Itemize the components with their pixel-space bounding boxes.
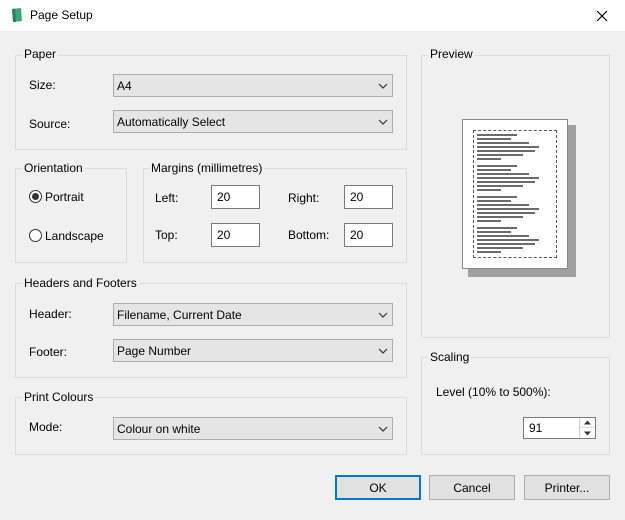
landscape-radio[interactable] — [29, 229, 42, 242]
footer-label: Footer: — [29, 345, 68, 359]
preview-line — [477, 158, 501, 160]
paper-group — [15, 55, 407, 150]
portrait-radio[interactable] — [29, 190, 42, 203]
preview-line — [477, 189, 501, 191]
app-icon — [12, 8, 22, 22]
mode-label: Mode: — [29, 420, 63, 434]
preview-line — [477, 146, 539, 148]
source-value: Automatically Select — [117, 115, 226, 129]
preview-line — [477, 142, 529, 144]
print-colours-group-title: Print Colours — [22, 390, 96, 404]
left-margin-label: Left: — [155, 191, 179, 205]
chevron-down-icon — [378, 312, 388, 318]
preview-line — [477, 227, 517, 229]
preview-line — [477, 251, 501, 253]
preview-line — [477, 165, 517, 167]
spin-up-button[interactable] — [580, 418, 595, 428]
preview-line — [477, 204, 529, 206]
right-margin-label: Right: — [288, 191, 320, 205]
scaling-group-title: Scaling — [428, 350, 472, 364]
portrait-label[interactable]: Portrait — [45, 190, 84, 204]
preview-line — [477, 243, 535, 245]
title-bar: Page Setup — [0, 0, 625, 31]
preview-line — [477, 235, 529, 237]
chevron-down-icon — [378, 426, 388, 432]
scaling-level-spinbox[interactable]: 91 — [523, 417, 596, 439]
right-margin-value: 20 — [350, 190, 364, 204]
preview-page — [462, 119, 568, 269]
preview-line — [477, 134, 517, 136]
source-label: Source: — [29, 117, 71, 131]
top-margin-value: 20 — [217, 228, 231, 242]
right-margin-input[interactable]: 20 — [344, 185, 393, 209]
top-margin-label: Top: — [155, 228, 178, 242]
scaling-group — [421, 357, 610, 455]
preview-line — [477, 239, 539, 241]
bottom-margin-label: Bottom: — [288, 228, 330, 242]
preview-line — [477, 200, 511, 202]
preview-line — [477, 208, 539, 210]
size-value: A4 — [117, 79, 132, 93]
preview-line — [477, 181, 535, 183]
spin-arrows — [579, 418, 595, 438]
preview-line — [477, 150, 535, 152]
landscape-label[interactable]: Landscape — [45, 229, 104, 243]
close-button[interactable] — [579, 0, 625, 31]
preview-margin-box — [473, 130, 557, 258]
left-margin-value: 20 — [217, 190, 231, 204]
preview-group-title: Preview — [428, 47, 475, 61]
top-margin-input[interactable]: 20 — [211, 223, 260, 247]
chevron-down-icon — [378, 83, 388, 89]
preview-line — [477, 231, 511, 233]
left-margin-input[interactable]: 20 — [211, 185, 260, 209]
close-icon — [596, 10, 608, 21]
header-value: Filename, Current Date — [117, 308, 242, 322]
cancel-button[interactable]: Cancel — [429, 475, 515, 500]
preview-line — [477, 220, 501, 222]
bottom-margin-value: 20 — [350, 228, 364, 242]
footer-dropdown[interactable]: Page Number — [113, 339, 393, 362]
window-title: Page Setup — [30, 8, 93, 22]
paper-group-title: Paper — [22, 47, 59, 61]
preview-line — [477, 212, 535, 214]
footer-value: Page Number — [117, 344, 192, 358]
spin-down-icon — [584, 431, 591, 435]
spin-up-icon — [584, 420, 591, 425]
mode-dropdown[interactable]: Colour on white — [113, 417, 393, 440]
preview-line — [477, 177, 539, 179]
scaling-level-label: Level (10% to 500%): — [436, 385, 551, 399]
size-dropdown[interactable]: A4 — [113, 74, 393, 97]
mode-value: Colour on white — [117, 422, 201, 436]
chevron-down-icon — [378, 119, 388, 125]
orientation-group — [15, 168, 127, 263]
header-label: Header: — [29, 307, 72, 321]
spin-down-button[interactable] — [580, 428, 595, 438]
preview-line — [477, 154, 523, 156]
preview-line — [477, 185, 523, 187]
preview-line — [477, 169, 511, 171]
size-label: Size: — [29, 78, 56, 92]
printer-button[interactable]: Printer... — [524, 475, 610, 500]
margins-group-title: Margins (millimetres) — [149, 161, 265, 175]
preview-line — [477, 138, 511, 140]
ok-button[interactable]: OK — [335, 475, 421, 500]
source-dropdown[interactable]: Automatically Select — [113, 110, 393, 133]
headers-footers-group-title: Headers and Footers — [22, 276, 139, 290]
preview-line — [477, 173, 529, 175]
header-dropdown[interactable]: Filename, Current Date — [113, 303, 393, 326]
margins-group — [143, 168, 407, 263]
scaling-level-value: 91 — [529, 421, 543, 435]
preview-line — [477, 216, 523, 218]
preview-line — [477, 196, 517, 198]
orientation-group-title: Orientation — [22, 161, 85, 175]
headers-footers-group — [15, 283, 407, 378]
chevron-down-icon — [378, 348, 388, 354]
preview-line — [477, 247, 523, 249]
bottom-margin-input[interactable]: 20 — [344, 223, 393, 247]
